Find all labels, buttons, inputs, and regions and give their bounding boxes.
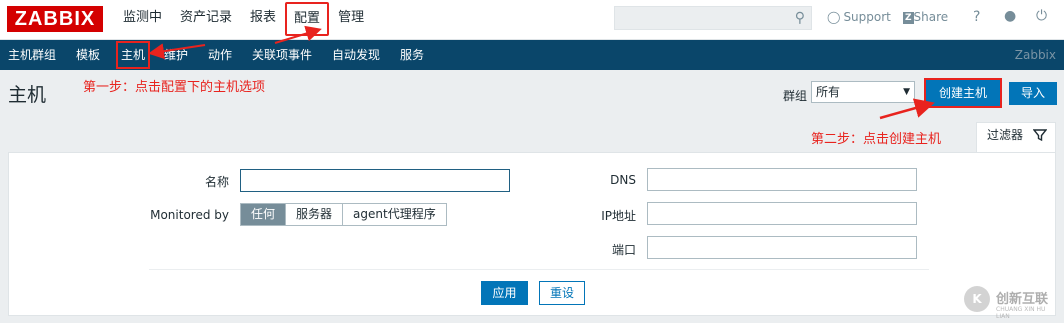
zabbix-logo[interactable]: ZABBIX (7, 6, 103, 32)
watermark-text: 创新互联 (996, 292, 1049, 307)
filter-panel: 名称 Monitored by 任何 服务器 agent代理程序 DNS IP地… (8, 152, 1056, 316)
filter-tab[interactable]: 过滤器 (976, 122, 1056, 152)
search-icon[interactable]: ⚲ (795, 10, 805, 26)
monitored-any-option[interactable]: 任何 (241, 204, 287, 225)
apply-button[interactable]: 应用 (481, 281, 528, 305)
sub-navigation: 主机群组 模板 主机 维护 动作 关联项事件 自动发现 服务 Zabbix (0, 40, 1064, 70)
subnav-services[interactable]: 服务 (400, 40, 424, 70)
menu-monitoring[interactable]: 监测中 (114, 0, 171, 40)
group-select[interactable]: 所有 ▼ (811, 81, 915, 103)
subnav-discovery[interactable]: 自动发现 (332, 40, 380, 70)
name-input[interactable] (240, 169, 510, 192)
menu-administration[interactable]: 管理 (329, 0, 373, 40)
help-icon[interactable]: ? (973, 9, 980, 25)
annotation-step2: 第二步：点击创建主机 (811, 132, 942, 147)
port-label: 端口 (611, 243, 636, 257)
monitored-by-label: Monitored by (150, 208, 229, 222)
brand-text: Zabbix (1014, 48, 1056, 62)
filter-funnel-icon (1032, 126, 1048, 150)
support-link[interactable]: ◯ Support (827, 10, 891, 24)
subnav-templates[interactable]: 模板 (76, 40, 100, 70)
port-input[interactable] (647, 236, 917, 259)
page-header: 主机 第一步：点击配置下的主机选项 群组 所有 ▼ (0, 70, 1064, 112)
name-label: 名称 (204, 175, 229, 189)
menu-inventory[interactable]: 资产记录 (171, 0, 241, 40)
subnav-host-groups[interactable]: 主机群组 (8, 40, 56, 70)
subnav-hosts[interactable]: 主机 (116, 41, 151, 69)
filter-divider (149, 269, 929, 270)
subnav-correlation[interactable]: 关联项事件 (252, 40, 312, 70)
page-title: 主机 (8, 84, 47, 106)
ip-input[interactable] (647, 202, 917, 225)
top-header: ZABBIX 监测中 资产记录 报表 配置 管理 ⚲ ◯ Support Z Sha… (0, 0, 1064, 40)
reset-button[interactable]: 重设 (539, 281, 585, 305)
subnav-actions[interactable]: 动作 (208, 40, 232, 70)
menu-reports[interactable]: 报表 (241, 0, 285, 40)
watermark-subtext: CHUANG XIN HU LIAN (996, 306, 1046, 320)
dns-label: DNS (610, 173, 636, 187)
power-icon[interactable]: ⏻ (1036, 8, 1047, 24)
headset-icon: ◯ (827, 10, 841, 24)
dropdown-arrow-icon: ▼ (903, 87, 910, 97)
search-input[interactable] (615, 7, 785, 29)
share-z-icon: Z (903, 12, 914, 24)
monitored-proxy-option[interactable]: agent代理程序 (343, 204, 446, 225)
monitored-by-toggle: 任何 服务器 agent代理程序 (240, 203, 447, 226)
group-label: 群组 (783, 89, 808, 103)
user-icon[interactable]: ● (1004, 8, 1016, 24)
share-link[interactable]: Z Share (903, 10, 948, 24)
create-host-button[interactable]: 创建主机 (924, 78, 1002, 108)
dns-input[interactable] (647, 168, 917, 191)
watermark-logo: K 创新互联 CHUANG XIN HU LIAN (964, 282, 1060, 320)
ip-label: IP地址 (601, 209, 636, 223)
filter-tab-label: 过滤器 (987, 128, 1024, 142)
menu-configuration[interactable]: 配置 (285, 2, 330, 36)
group-select-value: 所有 (816, 85, 841, 99)
import-button[interactable]: 导入 (1009, 82, 1057, 105)
watermark-symbol: K (964, 286, 990, 312)
global-search: ⚲ (614, 6, 812, 30)
monitored-server-option[interactable]: 服务器 (286, 204, 344, 225)
subnav-maintenance[interactable]: 维护 (164, 40, 188, 70)
annotation-step1: 第一步：点击配置下的主机选项 (83, 80, 266, 95)
main-menu: 监测中 资产记录 报表 配置 管理 (114, 0, 373, 40)
